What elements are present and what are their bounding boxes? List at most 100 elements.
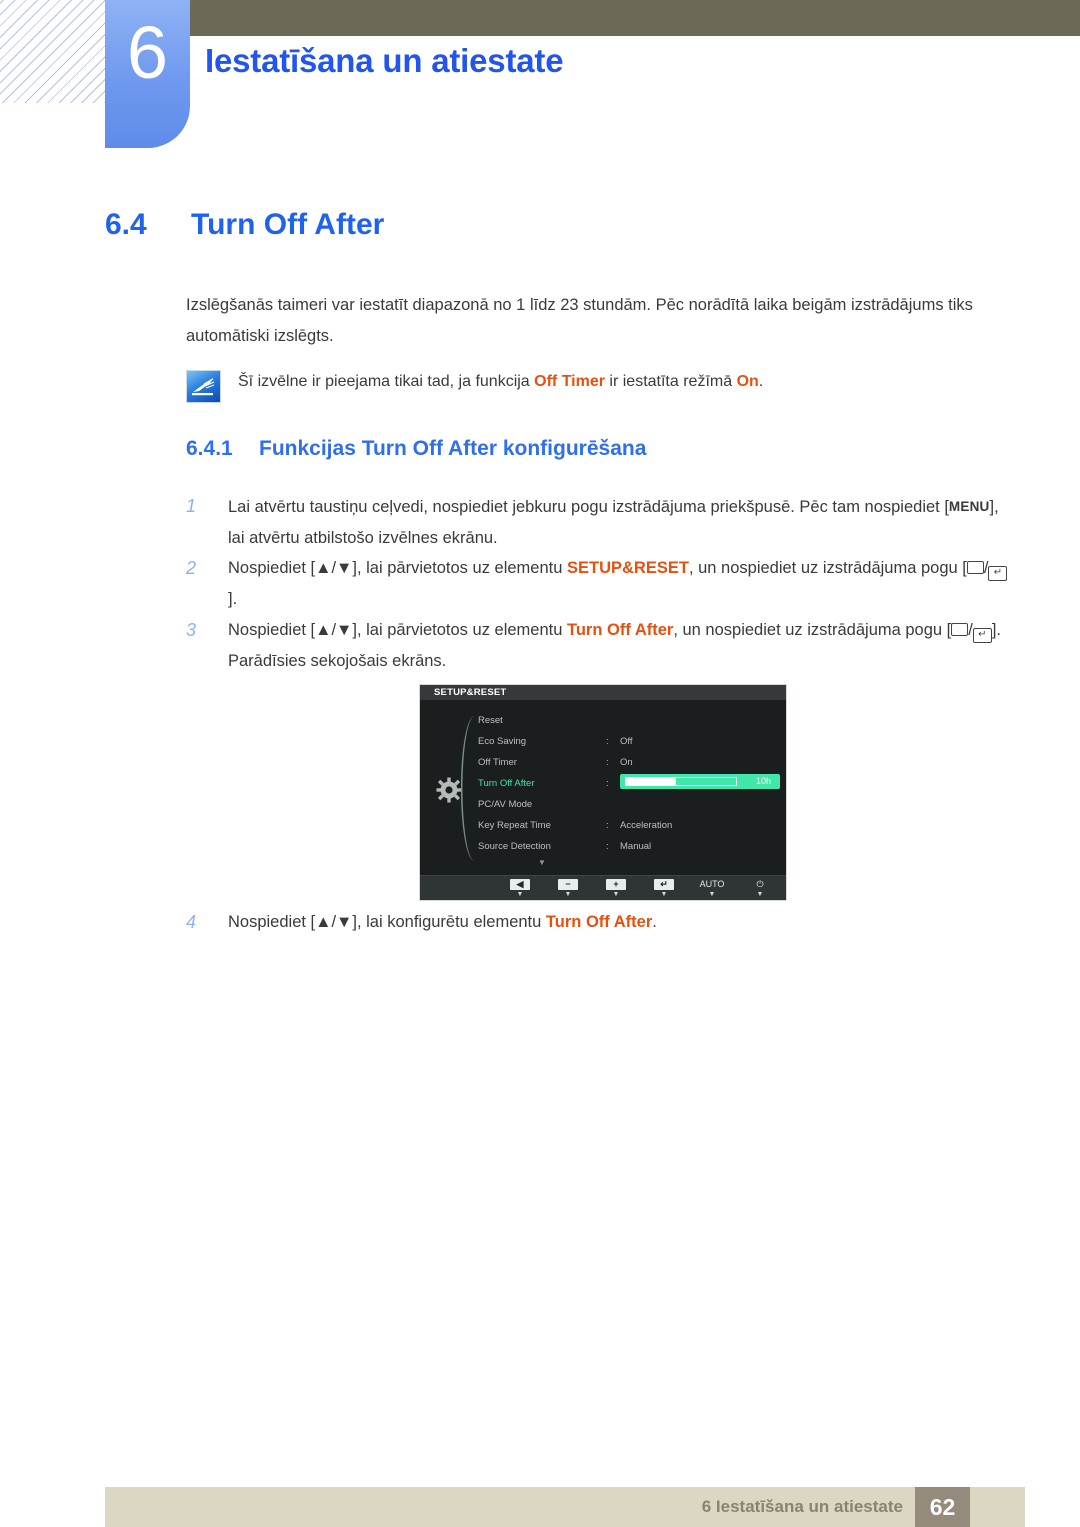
osd-row-colon: : [606, 778, 609, 789]
key-marker-icon: ▼ [660, 891, 668, 898]
osd-row-colon: : [606, 820, 609, 831]
header-accent-bar [190, 0, 1080, 36]
step2-part4: ]. [228, 590, 238, 608]
osd-row-off-timer[interactable]: Off Timer: On [478, 752, 778, 773]
step-number: 2 [186, 558, 197, 578]
osd-row-value: Acceleration [620, 820, 673, 831]
osd-row-value: Manual [620, 841, 652, 852]
step2-part1: Nospiediet [▲/▼], lai pārvietotos uz ele… [228, 559, 567, 577]
step4-keyword: Turn Off After [545, 913, 653, 931]
osd-row-pc-av-mode[interactable]: PC/AV Mode▶ [478, 794, 778, 815]
osd-row-eco-saving[interactable]: Eco Saving: Off [478, 731, 778, 752]
section-number: 6.4 [105, 208, 147, 241]
osd-key-guide-buttons: ◀ ▼ − ▼ + ▼ ↵ ▼ AUTO ▼ ⏻ ▼ [502, 876, 778, 898]
step3-keyword: Turn Off After [567, 621, 674, 639]
osd-row-turn-off-after[interactable]: Turn Off After: 10h [478, 773, 780, 794]
key-marker-icon: ▼ [756, 891, 764, 898]
note-text-after: . [758, 373, 764, 390]
step-text: Nospiediet [▲/▼], lai pārvietotos uz ele… [228, 615, 1016, 677]
chapter-tab: 6 [105, 0, 190, 148]
osd-menu-list: Reset Eco Saving: Off Off Timer: On Turn O… [478, 710, 780, 857]
power-button[interactable]: ⏻ ▼ [742, 879, 778, 898]
osd-key-guide-bar: ◀ ▼ − ▼ + ▼ ↵ ▼ AUTO ▼ ⏻ ▼ [420, 875, 786, 900]
osd-row-reset[interactable]: Reset [478, 710, 778, 731]
slider-value: 10h [755, 776, 771, 786]
power-icon: ⏻ [756, 879, 764, 889]
note-callout: Šī izvēlne ir pieejama tikai tad, ja fun… [186, 368, 1014, 403]
step3-part1: Nospiediet [▲/▼], lai pārvietotos uz ele… [228, 621, 567, 639]
subsection-number: 6.4.1 [186, 437, 233, 460]
source-button-icon [951, 623, 969, 636]
osd-row-label: PC/AV Mode [478, 799, 533, 810]
step-text: Nospiediet [▲/▼], lai pārvietotos uz ele… [228, 553, 1016, 615]
osd-row-source-detection[interactable]: Source Detection: Manual [478, 836, 778, 857]
key-marker-icon: ▼ [564, 891, 572, 898]
osd-row-value: On [620, 757, 633, 768]
intro-paragraph: Izslēgšanās taimeri var iestatīt diapazo… [186, 296, 973, 345]
section-title: Turn Off After [191, 208, 385, 241]
key-marker-icon: ▼ [516, 891, 524, 898]
step1-part1: Lai atvērtu taustiņu ceļvedi, nospiediet… [228, 498, 949, 516]
subsection-title: Funkcijas Turn Off After konfigurēšana [259, 437, 647, 460]
osd-row-colon: : [606, 757, 609, 768]
back-icon: ◀ [510, 879, 530, 890]
slider-track [625, 777, 737, 786]
step2-part2: , un nospiediet uz izstrādājuma pogu [ [688, 559, 967, 577]
note-text: Šī izvēlne ir pieejama tikai tad, ja fun… [238, 368, 763, 396]
minus-button[interactable]: − ▼ [550, 879, 586, 898]
scroll-down-icon[interactable]: ▼ [538, 858, 546, 867]
osd-row-colon: : [606, 841, 609, 852]
osd-row-label: Reset [478, 715, 503, 726]
minus-icon: − [558, 879, 578, 890]
osd-title-bar: SETUP&RESET [420, 685, 786, 700]
chapter-number: 6 [126, 11, 169, 94]
step-item: 1 Lai atvērtu taustiņu ceļvedi, nospiedi… [186, 491, 1016, 554]
step-item: 3 Nospiediet [▲/▼], lai pārvietotos uz e… [186, 615, 1016, 677]
osd-body: Reset Eco Saving: Off Off Timer: On Turn O… [420, 700, 786, 875]
footer-chapter-label: 6 Iestatīšana un atiestate [701, 1497, 903, 1516]
step-text: Nospiediet [▲/▼], lai konfigurētu elemen… [228, 907, 1016, 938]
note-pencil-icon [186, 370, 221, 403]
enter-button-icon: ↵ [972, 628, 992, 643]
osd-row-label: Turn Off After [478, 778, 535, 789]
plus-icon: + [606, 879, 626, 890]
step-item: 4 Nospiediet [▲/▼], lai konfigurētu elem… [186, 907, 1016, 938]
enter-icon: ↵ [654, 879, 674, 890]
osd-row-label: Eco Saving [478, 736, 527, 747]
step4-part1: Nospiediet [▲/▼], lai konfigurētu elemen… [228, 913, 546, 931]
key-marker-icon: ▼ [708, 891, 716, 898]
osd-menu-screenshot: SETUP&RESET Reset Eco Saving: Off Off T… [419, 684, 787, 901]
decorative-hatch-pattern [0, 0, 105, 103]
osd-row-label: Source Detection [478, 841, 551, 852]
step1-menu-key: MENU [948, 499, 990, 514]
auto-button[interactable]: AUTO ▼ [694, 879, 730, 898]
osd-row-value: Off [620, 736, 633, 747]
plus-button[interactable]: + ▼ [598, 879, 634, 898]
enter-button-icon: ↵ [988, 566, 1008, 581]
note-text-before: Šī izvēlne ir pieejama tikai tad, ja fun… [238, 373, 535, 390]
step2-keyword: SETUP&RESET [567, 559, 689, 577]
osd-row-key-repeat-time[interactable]: Key Repeat Time: Acceleration [478, 815, 778, 836]
step-number: 3 [186, 620, 197, 640]
step4-part2: . [652, 913, 657, 931]
note-keyword-on: On [736, 373, 759, 390]
turn-off-after-slider[interactable]: 10h [620, 774, 780, 789]
gear-icon [435, 776, 463, 804]
step-number: 4 [186, 912, 197, 932]
note-keyword-off-timer: Off Timer [534, 373, 605, 390]
chapter-title: Iestatīšana un atiestate [205, 42, 564, 79]
auto-label: AUTO [699, 879, 725, 889]
osd-row-label: Off Timer [478, 757, 517, 768]
step-text: Lai atvērtu taustiņu ceļvedi, nospiediet… [228, 491, 1016, 554]
page-footer: 6 Iestatīšana un atiestate 62 [105, 1487, 1025, 1527]
note-text-middle: ir iestatīta režīmā [604, 373, 737, 390]
osd-row-colon: : [606, 736, 609, 747]
step3-part2: , un nospiediet uz izstrādājuma pogu [ [673, 621, 952, 639]
slider-fill [626, 778, 676, 785]
osd-row-label: Key Repeat Time [478, 820, 551, 831]
back-button[interactable]: ◀ ▼ [502, 879, 538, 898]
subsection-heading: 6.4.1 Funkcijas Turn Off After konfigurēš… [186, 437, 646, 461]
enter-button[interactable]: ↵ ▼ [646, 879, 682, 898]
source-button-icon [966, 561, 984, 574]
section-heading: 6.4 Turn Off After [105, 208, 384, 242]
